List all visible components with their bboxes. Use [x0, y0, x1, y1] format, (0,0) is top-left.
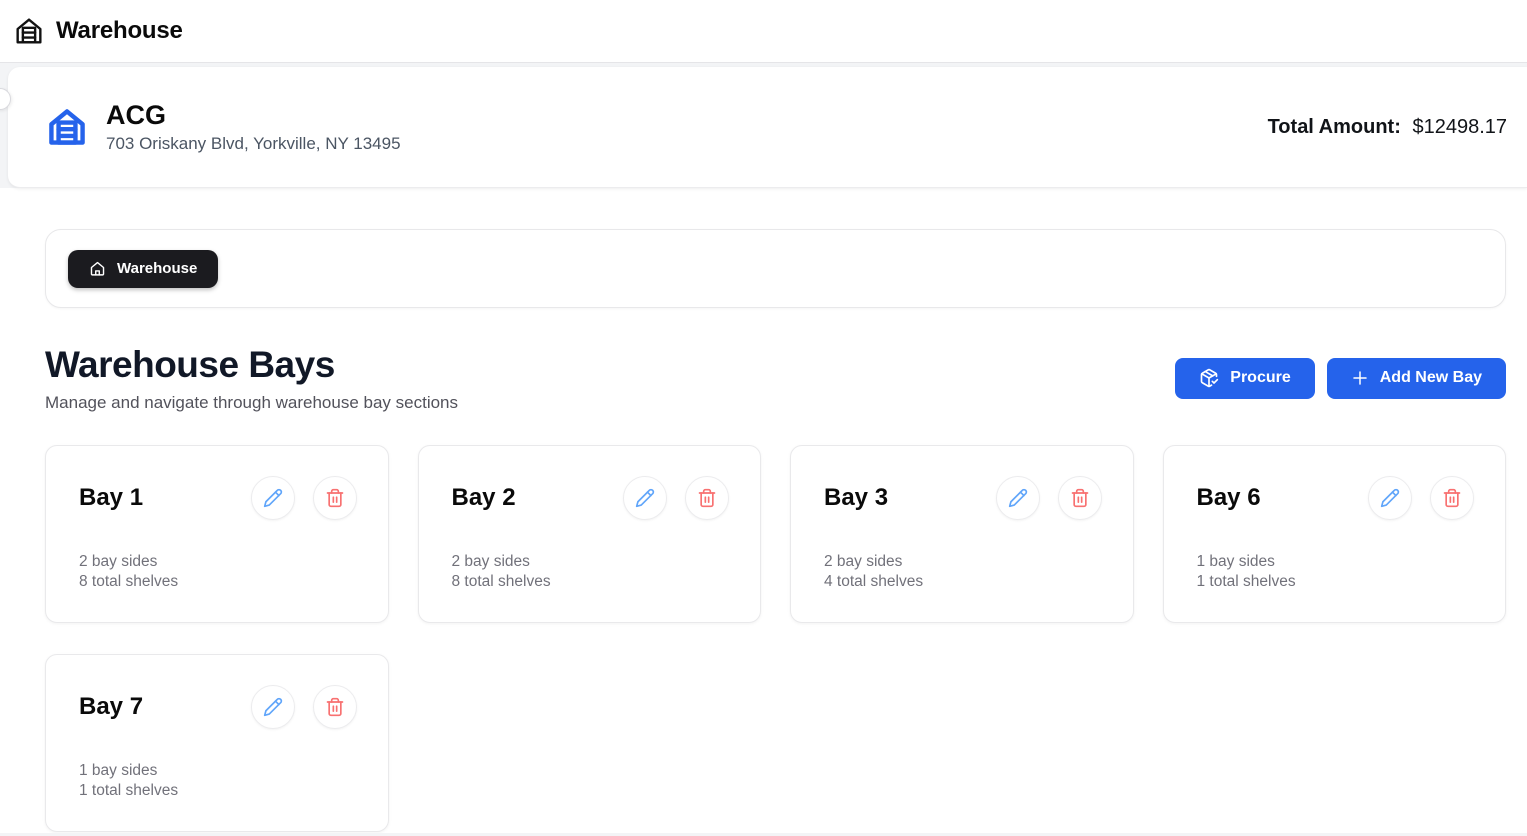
tab-warehouse-label: Warehouse	[117, 260, 197, 277]
bay-sides-text: 2 bay sides	[452, 552, 730, 572]
total-amount: Total Amount: $12498.17	[1268, 116, 1507, 139]
page-title: Warehouse Bays	[45, 344, 458, 387]
delete-bay-button[interactable]	[313, 685, 357, 729]
bay-sides-text: 1 bay sides	[79, 761, 357, 781]
bay-sides-text: 2 bay sides	[824, 552, 1102, 572]
pencil-icon	[263, 488, 283, 508]
bay-shelves-text: 1 total shelves	[79, 781, 357, 801]
bay-shelves-text: 8 total shelves	[79, 572, 357, 592]
edit-bay-button[interactable]	[1368, 476, 1412, 520]
bay-card[interactable]: Bay 2	[418, 445, 762, 623]
pencil-icon	[1008, 488, 1028, 508]
trash-icon	[1070, 488, 1090, 508]
edit-bay-button[interactable]	[251, 685, 295, 729]
bay-shelves-text: 8 total shelves	[452, 572, 730, 592]
bay-stats: 2 bay sides 4 total shelves	[824, 552, 1102, 592]
bay-title: Bay 2	[452, 484, 516, 512]
bay-title: Bay 6	[1197, 484, 1261, 512]
trash-icon	[1442, 488, 1462, 508]
bay-stats: 1 bay sides 1 total shelves	[1197, 552, 1475, 592]
delete-bay-button[interactable]	[1430, 476, 1474, 520]
facility-name: ACG	[106, 100, 401, 131]
bay-card[interactable]: Bay 3	[790, 445, 1134, 623]
tab-warehouse[interactable]: Warehouse	[68, 250, 218, 288]
procure-button[interactable]: Procure	[1175, 358, 1314, 399]
edit-bay-button[interactable]	[996, 476, 1040, 520]
facility-card: ACG 703 Oriskany Blvd, Yorkville, NY 134…	[8, 67, 1527, 188]
bay-title: Bay 7	[79, 693, 143, 721]
bay-sides-text: 2 bay sides	[79, 552, 357, 572]
home-icon	[89, 260, 106, 277]
edit-bay-button[interactable]	[623, 476, 667, 520]
pencil-icon	[263, 697, 283, 717]
bay-shelves-text: 1 total shelves	[1197, 572, 1475, 592]
pencil-icon	[1380, 488, 1400, 508]
bay-stats: 1 bay sides 1 total shelves	[79, 761, 357, 801]
delete-bay-button[interactable]	[1058, 476, 1102, 520]
main-content: Warehouse Warehouse Bays Manage and navi…	[0, 188, 1527, 833]
total-amount-label: Total Amount:	[1268, 116, 1401, 138]
bay-sides-text: 1 bay sides	[1197, 552, 1475, 572]
plus-icon	[1351, 369, 1369, 387]
procure-button-label: Procure	[1230, 369, 1290, 387]
bay-stats: 2 bay sides 8 total shelves	[79, 552, 357, 592]
edit-bay-button[interactable]	[251, 476, 295, 520]
bay-title: Bay 3	[824, 484, 888, 512]
add-new-bay-button[interactable]: Add New Bay	[1327, 358, 1506, 399]
delete-bay-button[interactable]	[685, 476, 729, 520]
bay-grid: Bay 1	[45, 445, 1506, 832]
facility-header: ACG 703 Oriskany Blvd, Yorkville, NY 134…	[0, 63, 1527, 188]
bay-card[interactable]: Bay 7	[45, 654, 389, 832]
package-check-icon	[1199, 368, 1219, 388]
total-amount-value: $12498.17	[1412, 116, 1507, 138]
bay-title: Bay 1	[79, 484, 143, 512]
warehouse-icon	[13, 15, 45, 47]
section-nav: Warehouse	[45, 229, 1506, 308]
pencil-icon	[635, 488, 655, 508]
bay-shelves-text: 4 total shelves	[824, 572, 1102, 592]
facility-address: 703 Oriskany Blvd, Yorkville, NY 13495	[106, 134, 401, 154]
trash-icon	[325, 697, 345, 717]
bay-stats: 2 bay sides 8 total shelves	[452, 552, 730, 592]
section-header: Warehouse Bays Manage and navigate throu…	[45, 344, 1506, 413]
add-new-bay-button-label: Add New Bay	[1380, 369, 1482, 387]
trash-icon	[697, 488, 717, 508]
bay-card[interactable]: Bay 6	[1163, 445, 1507, 623]
trash-icon	[325, 488, 345, 508]
bay-card[interactable]: Bay 1	[45, 445, 389, 623]
topbar: Warehouse	[0, 0, 1527, 63]
facility-warehouse-icon	[45, 105, 89, 149]
app-title: Warehouse	[56, 17, 183, 45]
page-subtitle: Manage and navigate through warehouse ba…	[45, 393, 458, 413]
delete-bay-button[interactable]	[313, 476, 357, 520]
